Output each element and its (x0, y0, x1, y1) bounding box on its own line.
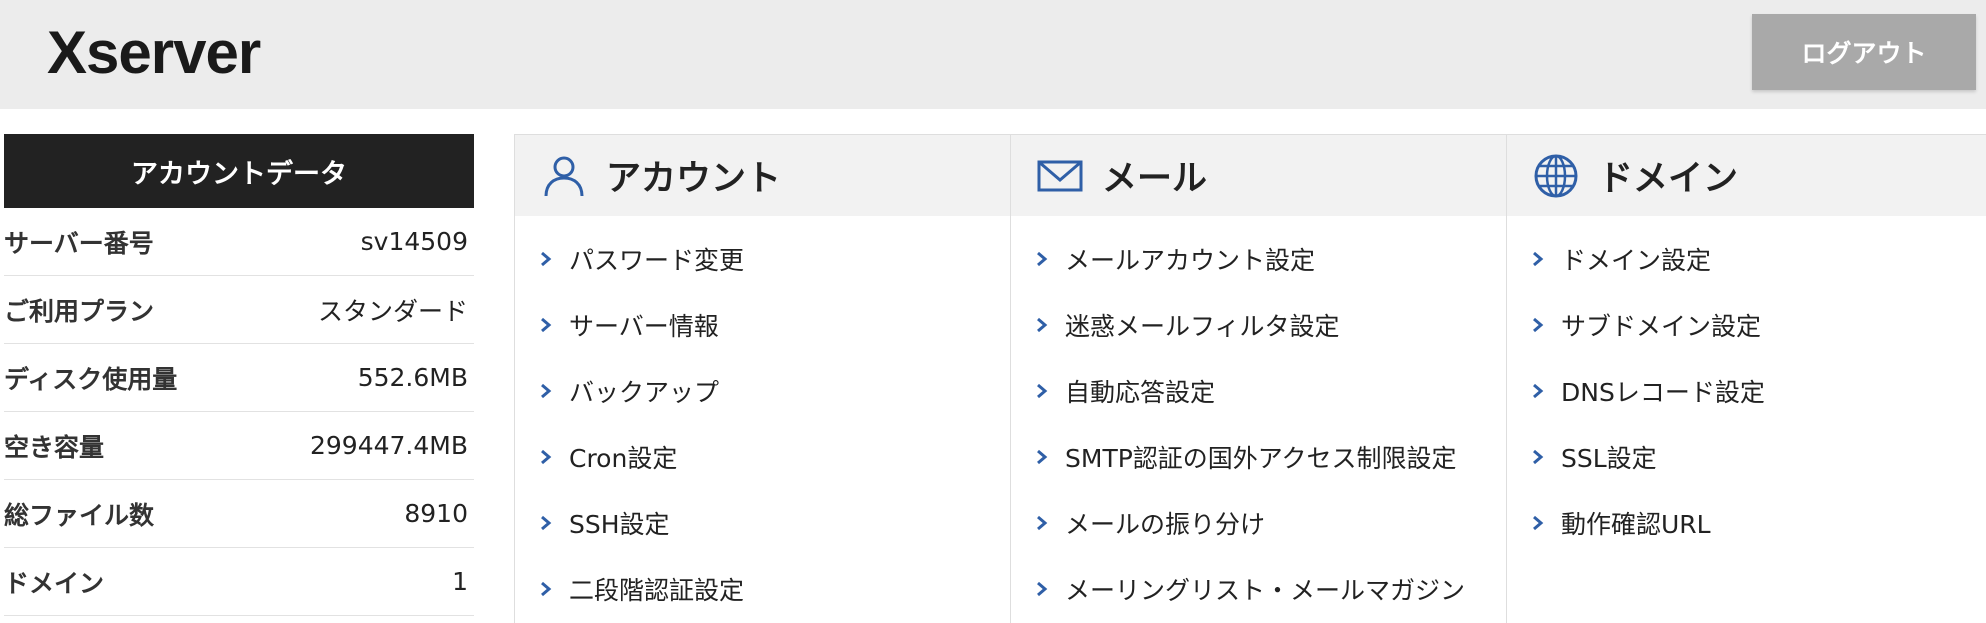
logout-button[interactable]: ログアウト (1752, 14, 1976, 90)
chevron-right-icon (1035, 515, 1049, 531)
account-row-server-number: サーバー番号 sv14509 (4, 208, 474, 276)
menu-item-label: Cron設定 (569, 444, 678, 473)
menu-item-smtp-restriction[interactable]: SMTP認証の国外アクセス制限設定 (1011, 424, 1506, 490)
menu-title-account: アカウント (606, 159, 782, 199)
menu-item-label: ドメイン設定 (1561, 246, 1712, 275)
account-row-label: ご利用プラン (4, 296, 155, 326)
menu-list-account: パスワード変更 サーバー情報 バックアップ Cron設定 SSH設定 二段階認証… (515, 216, 1010, 622)
menu-item-label: サーバー情報 (569, 312, 719, 341)
menu-item-label: SMTP認証の国外アクセス制限設定 (1065, 444, 1457, 473)
menu-item-ssh[interactable]: SSH設定 (515, 490, 1010, 556)
menu-item-label: 動作確認URL (1561, 510, 1711, 539)
menu-header-domain: ドメイン (1507, 135, 1986, 216)
user-icon (540, 152, 588, 200)
menu-item-domain-settings[interactable]: ドメイン設定 (1507, 226, 1986, 292)
account-row-value: 1 (452, 567, 468, 596)
menu-item-auto-reply[interactable]: 自動応答設定 (1011, 358, 1506, 424)
account-row-domains: ドメイン 1 (4, 548, 474, 616)
account-row-label: 総ファイル数 (4, 500, 155, 530)
chevron-right-icon (1035, 581, 1049, 597)
menu-list-mail: メールアカウント設定 迷惑メールフィルタ設定 自動応答設定 SMTP認証の国外ア… (1011, 216, 1506, 622)
menu-item-mailing-list[interactable]: メーリングリスト・メールマガジン (1011, 556, 1506, 622)
account-data-title: アカウントデータ (4, 134, 474, 208)
menu-item-label: メーリングリスト・メールマガジン (1065, 576, 1466, 605)
menu-item-password-change[interactable]: パスワード変更 (515, 226, 1010, 292)
account-row-free-space: 空き容量 299447.4MB (4, 412, 474, 480)
menu-list-domain: ドメイン設定 サブドメイン設定 DNSレコード設定 SSL設定 動作確認URL (1507, 216, 1986, 556)
globe-icon (1532, 152, 1580, 200)
menu-column-domain: ドメイン ドメイン設定 サブドメイン設定 DNSレコード設定 SSL設定 動作確… (1506, 135, 1986, 623)
menu-title-domain: ドメイン (1598, 159, 1739, 199)
menu-item-label: 迷惑メールフィルタ設定 (1065, 312, 1340, 341)
account-row-label: 空き容量 (4, 432, 105, 462)
menu-header-mail: メール (1011, 135, 1506, 216)
chevron-right-icon (1531, 449, 1545, 465)
account-row-value: 8910 (404, 499, 468, 528)
menu-item-verification-url[interactable]: 動作確認URL (1507, 490, 1986, 556)
menu-item-label: 自動応答設定 (1065, 378, 1216, 407)
xserver-logo[interactable]: Xserver (47, 18, 261, 88)
menu-item-label: パスワード変更 (569, 246, 745, 275)
menu-column-mail: メール メールアカウント設定 迷惑メールフィルタ設定 自動応答設定 SMTP認証… (1010, 135, 1506, 623)
chevron-right-icon (1035, 251, 1049, 267)
menu-item-label: DNSレコード設定 (1561, 378, 1765, 407)
menu-item-label: メールアカウント設定 (1065, 246, 1316, 275)
menu-area: アカウント パスワード変更 サーバー情報 バックアップ Cron設定 SSH設定 (514, 134, 1986, 623)
menu-item-two-factor[interactable]: 二段階認証設定 (515, 556, 1010, 622)
chevron-right-icon (539, 317, 553, 333)
menu-item-mail-account[interactable]: メールアカウント設定 (1011, 226, 1506, 292)
menu-item-backup[interactable]: バックアップ (515, 358, 1010, 424)
menu-item-label: バックアップ (569, 378, 720, 407)
chevron-right-icon (1531, 515, 1545, 531)
top-header: Xserver ログアウト (0, 0, 1986, 109)
chevron-right-icon (1035, 449, 1049, 465)
chevron-right-icon (1035, 383, 1049, 399)
account-data-panel: アカウントデータ サーバー番号 sv14509 ご利用プラン スタンダード ディ… (4, 134, 474, 616)
mail-icon (1036, 152, 1084, 200)
account-row-label: サーバー番号 (4, 228, 154, 258)
account-row-value: 299447.4MB (309, 431, 468, 460)
account-row-disk-usage: ディスク使用量 552.6MB (4, 344, 474, 412)
account-row-plan: ご利用プラン スタンダード (4, 276, 474, 344)
menu-item-label: サブドメイン設定 (1561, 312, 1762, 341)
account-row-value: sv14509 (360, 227, 468, 256)
menu-item-spam-filter[interactable]: 迷惑メールフィルタ設定 (1011, 292, 1506, 358)
account-row-label: ドメイン (4, 568, 105, 598)
account-row-file-count: 総ファイル数 8910 (4, 480, 474, 548)
menu-item-mail-sorting[interactable]: メールの振り分け (1011, 490, 1506, 556)
chevron-right-icon (539, 449, 553, 465)
menu-column-account: アカウント パスワード変更 サーバー情報 バックアップ Cron設定 SSH設定 (514, 135, 1010, 623)
account-row-value: スタンダード (317, 296, 468, 326)
chevron-right-icon (1531, 317, 1545, 333)
menu-item-label: SSL設定 (1561, 444, 1657, 473)
menu-item-dns-record[interactable]: DNSレコード設定 (1507, 358, 1986, 424)
chevron-right-icon (1035, 317, 1049, 333)
chevron-right-icon (539, 581, 553, 597)
account-row-label: ディスク使用量 (4, 364, 178, 394)
menu-item-cron[interactable]: Cron設定 (515, 424, 1010, 490)
menu-header-account: アカウント (515, 135, 1010, 216)
chevron-right-icon (1531, 251, 1545, 267)
menu-item-label: SSH設定 (569, 510, 670, 539)
account-row-value: 552.6MB (357, 363, 468, 392)
menu-item-subdomain[interactable]: サブドメイン設定 (1507, 292, 1986, 358)
menu-item-server-info[interactable]: サーバー情報 (515, 292, 1010, 358)
menu-item-ssl[interactable]: SSL設定 (1507, 424, 1986, 490)
menu-item-label: メールの振り分け (1065, 510, 1266, 539)
chevron-right-icon (539, 383, 553, 399)
menu-item-label: 二段階認証設定 (569, 576, 745, 605)
menu-title-mail: メール (1102, 159, 1208, 199)
chevron-right-icon (539, 515, 553, 531)
chevron-right-icon (1531, 383, 1545, 399)
chevron-right-icon (539, 251, 553, 267)
